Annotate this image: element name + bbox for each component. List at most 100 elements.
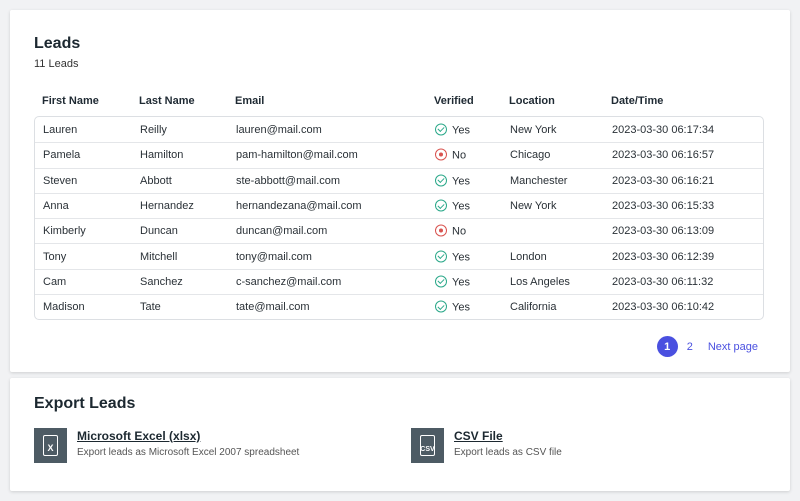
cell-text: Yes [452, 276, 470, 289]
table-row[interactable]: Madison Tate tate@mail.com Yes California 202… [35, 294, 763, 319]
cell-text: Yes [452, 175, 470, 188]
excel-file-icon: X [34, 428, 67, 463]
cell-text: Los Angeles [510, 275, 570, 288]
cell-text: Anna [43, 200, 69, 213]
column-header-first-name[interactable]: First Name [42, 95, 99, 107]
cell-text: 2023-03-30 06:17:34 [612, 123, 715, 136]
cell-first-name: Tony [43, 251, 66, 263]
cell-email: duncan@mail.com [236, 225, 327, 237]
cell-email: lauren@mail.com [236, 124, 322, 136]
column-header-last-name[interactable]: Last Name [139, 95, 195, 107]
table-row[interactable]: Kimberly Duncan duncan@mail.com No 2023-03-3… [35, 218, 763, 243]
cell-text: hernandezana@mail.com [236, 200, 362, 213]
export-excel-description: Export leads as Microsoft Excel 2007 spr… [77, 447, 300, 458]
cell-datetime: 2023-03-30 06:16:21 [612, 175, 714, 187]
check-circle-icon [435, 250, 447, 263]
page-1-button[interactable]: 1 [656, 336, 678, 357]
cell-email: pam-hamilton@mail.com [236, 149, 358, 161]
cell-text: Yes [452, 124, 470, 137]
check-circle-icon [435, 300, 447, 313]
cell-verified: Yes [435, 174, 470, 187]
cell-verified: Yes [435, 123, 470, 136]
export-csv-description: Export leads as CSV file [454, 447, 562, 458]
cell-email: c-sanchez@mail.com [236, 276, 341, 288]
cell-verified: Yes [435, 199, 470, 213]
cell-last-name: Hernandez [140, 200, 194, 212]
csv-file-icon: CSV [411, 428, 444, 463]
cell-last-name: Duncan [140, 225, 178, 237]
cell-last-name: Sanchez [140, 276, 183, 288]
cell-text: 2023-03-30 06:11:32 [612, 275, 714, 288]
cell-last-name: Tate [140, 301, 161, 313]
cell-text: London [510, 250, 547, 263]
cell-text: 2023-03-30 06:12:39 [612, 250, 715, 263]
table-row[interactable]: Pamela Hamilton pam-hamilton@mail.com No Chi… [35, 142, 763, 167]
cell-email: ste-abbott@mail.com [236, 175, 340, 187]
x-circle-icon [435, 148, 447, 161]
cell-text: Chicago [510, 149, 551, 162]
cell-text: 2023-03-30 06:10:42 [612, 301, 715, 314]
leads-count: 11 Leads [34, 58, 79, 70]
cell-last-name: Abbott [140, 175, 172, 187]
cell-text: California [510, 301, 557, 314]
table-row[interactable]: Tony Mitchell tony@mail.com Yes London 2023-0… [35, 243, 763, 268]
cell-datetime: 2023-03-30 06:15:33 [612, 200, 714, 212]
page-title: Leads [34, 35, 81, 52]
cell-last-name: Mitchell [140, 251, 177, 263]
cell-datetime: 2023-03-30 06:12:39 [612, 251, 714, 263]
column-header-email[interactable]: Email [235, 95, 264, 107]
cell-first-name: Steven [43, 175, 77, 187]
column-header-location[interactable]: Location [509, 95, 555, 107]
cell-last-name: Hamilton [140, 149, 183, 161]
table-row[interactable]: Anna Hernandez hernandezana@mail.com Yes New… [35, 192, 763, 218]
cell-text: Madison [43, 301, 85, 314]
cell-text: tate@mail.com [236, 301, 310, 314]
table-row[interactable]: Cam Sanchez c-sanchez@mail.com Yes Los Angel… [35, 268, 763, 294]
table-row[interactable]: Steven Abbott ste-abbott@mail.com Yes Manche… [35, 167, 763, 193]
cell-location: New York [510, 200, 556, 212]
cell-text: Yes [452, 251, 470, 264]
column-header-verified[interactable]: Verified [434, 95, 474, 107]
cell-text: 2023-03-30 06:13:09 [612, 225, 715, 238]
cell-text: duncan@mail.com [236, 225, 328, 238]
check-circle-icon [435, 199, 447, 212]
cell-text: lauren@mail.com [236, 123, 322, 136]
page-2-button[interactable]: 2 [687, 341, 693, 353]
export-csv-link[interactable]: CSV File [454, 429, 562, 443]
cell-datetime: 2023-03-30 06:11:32 [612, 276, 713, 288]
cell-datetime: 2023-03-30 06:16:57 [612, 149, 714, 161]
cell-first-name: Lauren [43, 124, 77, 136]
column-header-datetime[interactable]: Date/Time [611, 95, 663, 107]
cell-first-name: Cam [43, 276, 66, 288]
cell-text: Cam [43, 275, 67, 288]
cell-text: Hernandez [140, 200, 194, 213]
cell-text: Yes [452, 301, 470, 314]
export-excel-option[interactable]: X Microsoft Excel (xlsx) Export leads as… [34, 428, 299, 463]
cell-text: No [452, 225, 467, 238]
cell-email: hernandezana@mail.com [236, 200, 362, 212]
cell-text: 2023-03-30 06:16:57 [612, 149, 715, 162]
cell-first-name: Pamela [43, 149, 80, 161]
cell-first-name: Kimberly [43, 225, 86, 237]
cell-location: London [510, 251, 547, 263]
cell-text: Reilly [140, 123, 167, 136]
export-excel-link[interactable]: Microsoft Excel (xlsx) [77, 429, 299, 443]
cell-text: Pamela [43, 149, 81, 162]
cell-text: Abbott [140, 174, 172, 187]
cell-verified: Yes [435, 275, 470, 288]
cell-text: 2023-03-30 06:16:21 [612, 174, 715, 187]
cell-text: Duncan [140, 225, 178, 238]
cell-text: Manchester [510, 174, 568, 187]
cell-datetime: 2023-03-30 06:13:09 [612, 225, 714, 237]
check-circle-icon [435, 174, 447, 187]
next-page-link[interactable]: Next page [708, 341, 758, 353]
cell-location: Los Angeles [510, 276, 570, 288]
cell-text: Kimberly [43, 225, 86, 238]
table-header: First Name Last Name Email Verified Loca… [34, 95, 764, 109]
cell-text: 2023-03-30 06:15:33 [612, 200, 715, 213]
export-csv-option[interactable]: CSV CSV File Export leads as CSV file [411, 428, 562, 463]
table-row[interactable]: Lauren Reilly lauren@mail.com Yes New York 20… [35, 117, 763, 142]
cell-last-name: Reilly [140, 124, 167, 136]
cell-text: Sanchez [140, 275, 183, 288]
cell-text: New York [510, 200, 557, 213]
